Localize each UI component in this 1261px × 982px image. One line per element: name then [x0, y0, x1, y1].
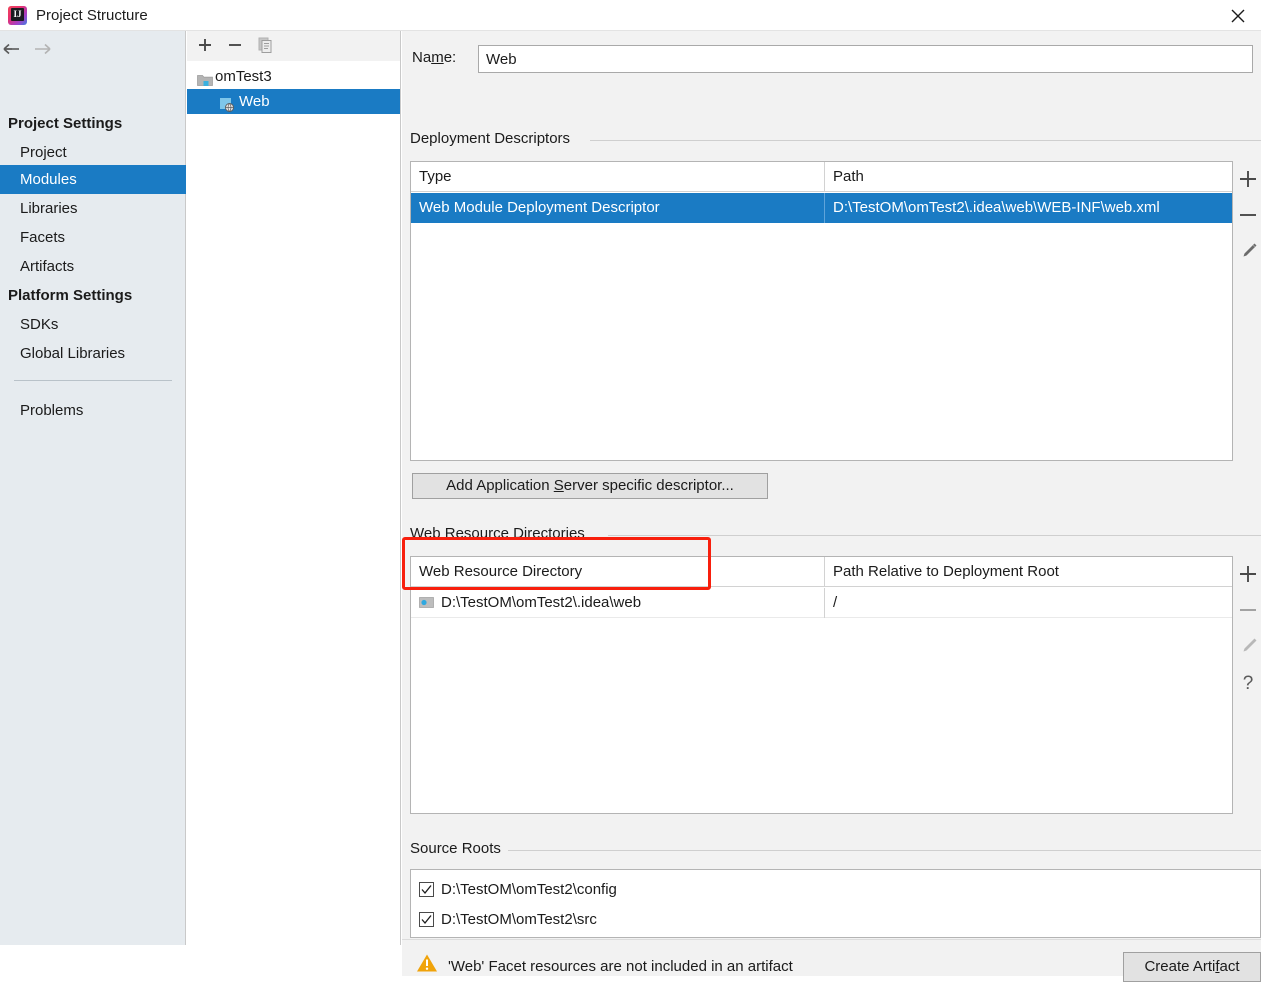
pencil-icon	[1243, 243, 1257, 257]
web-resource-directories-tools: ?	[1235, 556, 1261, 706]
table-row[interactable]: Web Module Deployment Descriptor D:\Test…	[411, 193, 1232, 223]
warning-triangle-icon	[416, 953, 438, 978]
app-icon-glyph: IJ	[11, 8, 24, 21]
web-module-icon-svg	[220, 98, 234, 112]
minus-icon[interactable]	[225, 35, 249, 57]
deployment-descriptors-table-header: Type Path	[411, 162, 1232, 192]
name-field-label: Name:	[412, 49, 457, 66]
sidebar-item-artifacts[interactable]: Artifacts	[0, 252, 186, 281]
checkmark-icon	[421, 885, 432, 895]
web-folder-icon-svg	[419, 597, 434, 608]
remove-descriptor-tool[interactable]	[1235, 197, 1261, 233]
sidebar-item-modules[interactable]: Modules	[0, 165, 186, 194]
column-header-web-resource-directory[interactable]: Web Resource Directory	[411, 557, 824, 587]
arrow-left-icon[interactable]	[2, 41, 30, 61]
sidebar-item-project[interactable]: Project	[0, 138, 186, 167]
module-tree-toolbar	[187, 31, 400, 61]
edit-web-resource-tool[interactable]	[1235, 628, 1261, 664]
plus-icon	[1240, 566, 1256, 582]
column-header-path-relative[interactable]: Path Relative to Deployment Root	[825, 557, 1232, 587]
copy-icon[interactable]	[255, 35, 279, 57]
module-settings-panel: Name: Deployment Descriptors Type Path W…	[402, 31, 1261, 982]
web-module-icon	[219, 95, 235, 112]
sidebar-item-libraries[interactable]: Libraries	[0, 194, 186, 223]
cell-path: D:\TestOM\omTest2\.idea\web\WEB-INF\web.…	[833, 199, 1160, 216]
section-rule	[608, 535, 1261, 536]
cell-relative-path: /	[833, 594, 838, 611]
sidebar-nav-row	[0, 35, 186, 65]
cell-web-resource-directory: D:\TestOM\omTest2\.idea\web	[441, 594, 642, 611]
intellij-idea-icon: IJ	[8, 6, 27, 25]
web-resource-directories-table: Web Resource Directory Path Relative to …	[410, 556, 1233, 814]
warning-triangle-icon-svg	[417, 954, 437, 972]
sidebar-group-platform-settings: Platform Settings	[8, 287, 133, 304]
sidebar-group-project-settings: Project Settings	[8, 115, 123, 132]
list-item[interactable]: D:\TestOM\omTest2\config	[411, 875, 1260, 905]
facet-warning-text: 'Web' Facet resources are not included i…	[448, 958, 793, 975]
arrow-right-icon-svg	[35, 43, 51, 55]
source-root-checkbox[interactable]	[419, 912, 434, 927]
question-mark-icon: ?	[1243, 673, 1254, 694]
column-header-path[interactable]: Path	[825, 162, 1232, 192]
window-title: Project Structure	[36, 7, 148, 24]
tree-row-label: omTest3	[215, 68, 272, 85]
project-folder-icon	[197, 70, 213, 86]
arrow-left-icon-svg	[3, 43, 19, 55]
module-tree-panel: omTest3 Web	[187, 31, 401, 945]
close-icon[interactable]	[1215, 0, 1261, 31]
plus-icon[interactable]	[195, 35, 219, 57]
arrow-right-icon[interactable]	[32, 41, 60, 61]
sidebar-item-facets[interactable]: Facets	[0, 223, 186, 252]
help-web-resource-tool[interactable]: ?	[1235, 664, 1261, 700]
source-roots-list: D:\TestOM\omTest2\config D:\TestOM\omTes…	[410, 869, 1261, 938]
deployment-descriptors-section-header: Deployment Descriptors	[410, 129, 1261, 149]
remove-web-resource-tool[interactable]	[1235, 592, 1261, 628]
tree-row-label: Web	[239, 93, 270, 110]
web-resource-directories-title: Web Resource Directories	[410, 525, 585, 542]
column-header-type[interactable]: Type	[411, 162, 824, 192]
deployment-descriptors-title: Deployment Descriptors	[410, 130, 571, 147]
tree-row-omtest3[interactable]: omTest3	[187, 64, 400, 89]
web-resource-directories-table-header: Web Resource Directory Path Relative to …	[411, 557, 1232, 587]
source-root-checkbox[interactable]	[419, 882, 434, 897]
sidebar-item-sdks[interactable]: SDKs	[0, 310, 186, 339]
create-artifact-button[interactable]: Create Artifact	[1123, 952, 1261, 982]
settings-sidebar: Project Settings Platform Settings Proje…	[0, 31, 186, 945]
deployment-descriptors-table: Type Path Web Module Deployment Descript…	[410, 161, 1233, 461]
tree-row-web[interactable]: Web	[187, 89, 400, 114]
edit-descriptor-tool[interactable]	[1235, 233, 1261, 269]
add-web-resource-tool[interactable]	[1235, 556, 1261, 592]
title-bar: IJ Project Structure	[0, 0, 1261, 31]
section-rule	[590, 140, 1261, 141]
list-item[interactable]: D:\TestOM\omTest2\src	[411, 905, 1260, 935]
web-resource-directories-section-header: Web Resource Directories	[410, 524, 1261, 544]
cell-type: Web Module Deployment Descriptor	[419, 199, 660, 216]
source-root-path: D:\TestOM\omTest2\config	[441, 881, 617, 898]
deployment-descriptors-tools	[1235, 161, 1261, 271]
source-root-path: D:\TestOM\omTest2\src	[441, 911, 597, 928]
name-input[interactable]	[478, 45, 1253, 73]
web-folder-icon	[419, 596, 434, 609]
pencil-icon	[1243, 638, 1257, 652]
add-descriptor-tool[interactable]	[1235, 161, 1261, 197]
sidebar-item-global-libraries[interactable]: Global Libraries	[0, 339, 186, 368]
source-roots-section-header: Source Roots	[410, 839, 1261, 859]
checkmark-icon	[421, 915, 432, 925]
minus-icon	[1240, 609, 1256, 611]
section-rule	[508, 850, 1261, 851]
plus-icon-svg	[199, 39, 211, 51]
copy-icon-svg	[258, 37, 272, 53]
svg-text:?: ?	[1243, 673, 1254, 694]
source-roots-title: Source Roots	[410, 840, 501, 857]
sidebar-divider	[14, 380, 172, 381]
plus-icon	[1240, 171, 1256, 187]
minus-icon-svg	[229, 44, 241, 46]
table-row[interactable]: D:\TestOM\omTest2\.idea\web /	[411, 588, 1232, 618]
project-folder-icon-svg	[197, 75, 213, 86]
minus-icon	[1240, 214, 1256, 216]
sidebar-item-problems[interactable]: Problems	[0, 396, 186, 425]
add-application-server-descriptor-button[interactable]: Add Application Server specific descript…	[412, 473, 768, 499]
close-icon-svg	[1231, 9, 1245, 23]
